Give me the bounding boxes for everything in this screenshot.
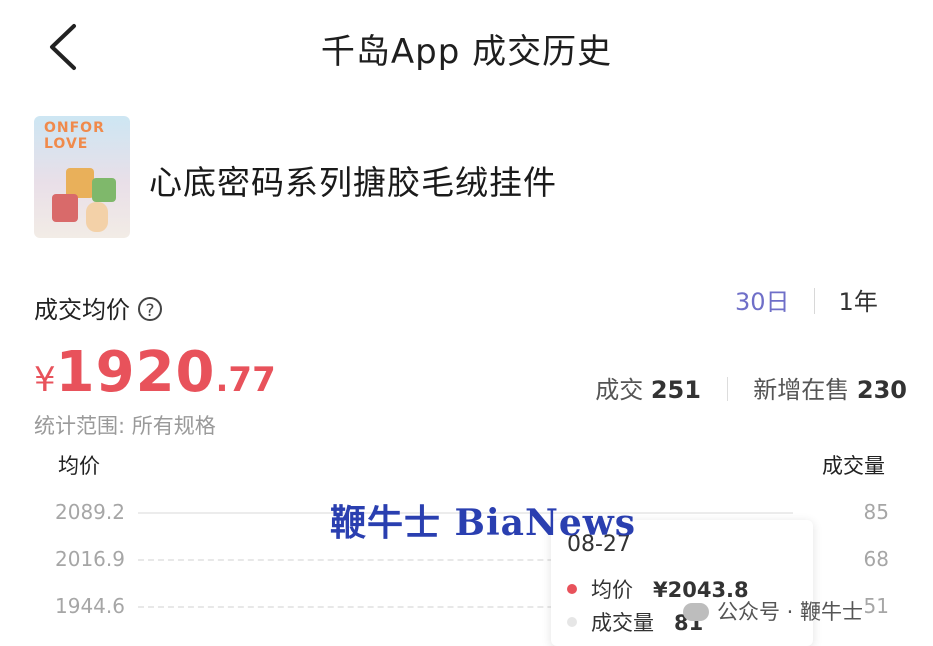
new-listing-label: 新增在售: [753, 376, 850, 404]
right-tick-label: 68: [863, 547, 889, 571]
thumbnail-logo: ONFOR LOVE: [44, 120, 105, 152]
tooltip-avg-label: 均价: [591, 578, 633, 602]
help-icon[interactable]: ?: [138, 297, 162, 321]
avg-dot-icon: [567, 584, 577, 594]
account-credit: 公众号 · 鞭牛士: [683, 596, 863, 626]
left-tick-label: 2016.9: [55, 547, 125, 571]
deal-stats: 成交 251 新增在售 230: [595, 370, 907, 405]
right-tick-label: 51: [863, 594, 889, 618]
watermark: 鞭牛士 BiaNews: [330, 502, 637, 544]
product-name: 心底密码系列搪胶毛绒挂件: [149, 163, 557, 202]
tooltip-volume-label: 成交量: [591, 611, 654, 635]
left-tick-label: 2089.2: [55, 500, 125, 524]
tab-30-days[interactable]: 30日: [735, 288, 790, 316]
left-axis-label: 均价: [58, 454, 100, 478]
new-listing-value: 230: [856, 376, 907, 404]
price-decimal: .77: [215, 360, 276, 400]
stat-scope: 统计范围: 所有规格: [34, 414, 216, 438]
range-tabs: 30日 1年: [735, 282, 878, 317]
avg-price-label-text: 成交均价: [34, 296, 130, 324]
avg-price-value: ¥1920.77: [34, 340, 276, 405]
header: 千岛App 成交历史: [0, 0, 933, 95]
right-tick-label: 85: [863, 500, 889, 524]
tab-divider: [813, 288, 815, 314]
price-integer: 1920: [55, 340, 216, 405]
product-card[interactable]: ONFOR LOVE 心底密码系列搪胶毛绒挂件: [34, 116, 904, 241]
account-label: 公众号 · 鞭牛士: [717, 600, 864, 624]
avg-price-label: 成交均价?: [34, 290, 162, 325]
deals-value: 251: [650, 376, 701, 404]
wechat-icon: [683, 603, 709, 621]
left-tick-label: 1944.6: [55, 594, 125, 618]
right-axis-label: 成交量: [822, 454, 885, 478]
tab-1-year[interactable]: 1年: [839, 288, 878, 316]
volume-dot-icon: [567, 617, 577, 627]
currency-symbol: ¥: [34, 360, 56, 400]
page-title: 千岛App 成交历史: [320, 32, 613, 72]
stats-divider: [726, 377, 728, 401]
deals-label: 成交: [595, 376, 644, 404]
product-thumbnail: ONFOR LOVE: [34, 116, 130, 238]
